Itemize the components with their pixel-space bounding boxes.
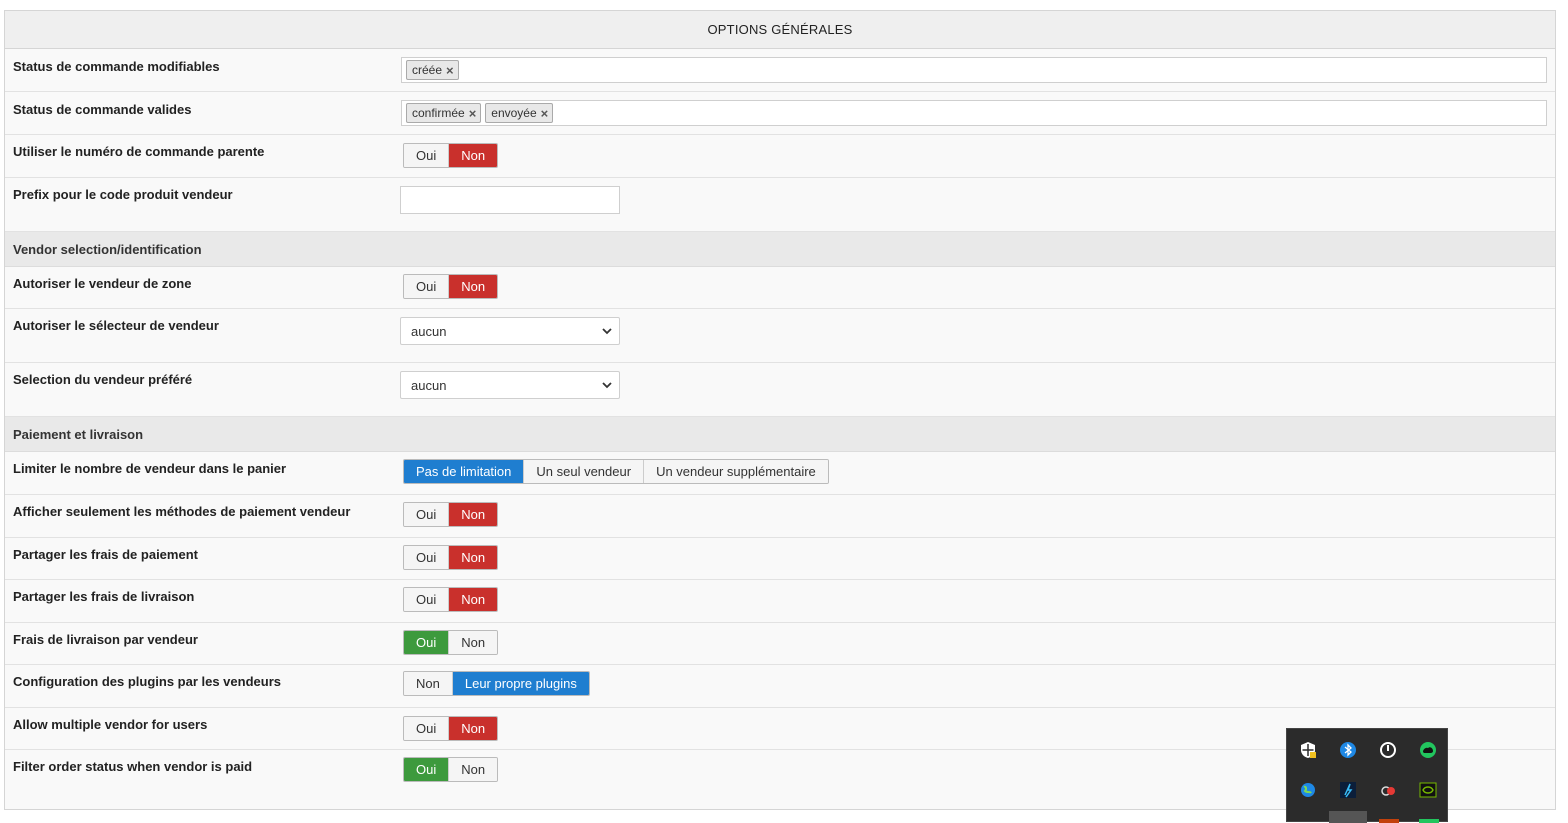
option-non[interactable]: Non xyxy=(449,717,498,740)
vendor-selector-select[interactable]: aucun xyxy=(400,317,620,345)
general-options-panel: OPTIONS GÉNÉRALES Status de commande mod… xyxy=(4,10,1556,810)
chevron-down-icon xyxy=(602,328,612,335)
option-own-plugins[interactable]: Leur propre plugins xyxy=(452,672,589,695)
option-oui[interactable]: Oui xyxy=(404,588,450,611)
row-label: Filter order status when vendor is paid xyxy=(13,759,253,774)
row-payment-methods: Afficher seulement les méthodes de paiem… xyxy=(5,495,1555,538)
remove-tag-icon[interactable]: × xyxy=(541,106,549,121)
row-valid-status: Status de commande valides confirmée × e… xyxy=(5,92,1555,135)
nvidia-cloud-icon[interactable] xyxy=(1419,741,1437,759)
option-non[interactable]: Non xyxy=(449,758,498,781)
row-plugins-config: Configuration des plugins par les vendeu… xyxy=(5,665,1555,708)
row-parent-order: Utiliser le numéro de commande parente O… xyxy=(5,135,1555,178)
option-oui[interactable]: Oui xyxy=(404,546,450,569)
row-label: Utiliser le numéro de commande parente xyxy=(13,144,265,159)
parent-order-toggle[interactable]: Oui Non xyxy=(403,143,499,168)
remove-tag-icon[interactable]: × xyxy=(446,63,454,78)
option-non[interactable]: Non xyxy=(449,275,498,298)
globe-icon[interactable] xyxy=(1299,781,1317,799)
chat-icon[interactable] xyxy=(1379,781,1397,799)
row-label: Allow multiple vendor for users xyxy=(13,717,208,732)
row-shipping-per-vendor: Frais de livraison par vendeur Oui Non xyxy=(5,623,1555,665)
row-share-shipping: Partager les frais de livraison Oui Non xyxy=(5,580,1555,623)
row-preferred-vendor: Selection du vendeur préféré aucun xyxy=(5,363,1555,417)
section-payment-shipping: Paiement et livraison xyxy=(5,417,1555,452)
payment-methods-toggle[interactable]: Oui Non xyxy=(403,502,499,527)
row-zone-vendor: Autoriser le vendeur de zone Oui Non xyxy=(5,267,1555,309)
option-single-vendor[interactable]: Un seul vendeur xyxy=(524,460,645,483)
preferred-vendor-select[interactable]: aucun xyxy=(400,371,620,399)
tag: envoyée × xyxy=(485,103,554,123)
row-share-payment: Partager les frais de paiement Oui Non xyxy=(5,538,1555,580)
security-icon[interactable] xyxy=(1299,741,1317,759)
row-limit-vendors: Limiter le nombre de vendeur dans le pan… xyxy=(5,452,1555,495)
option-non[interactable]: Non xyxy=(449,144,498,167)
row-label: Status de commande modifiables xyxy=(13,59,220,74)
section-vendor-selection: Vendor selection/identification xyxy=(5,232,1555,267)
limit-vendors-toggle[interactable]: Pas de limitation Un seul vendeur Un ven… xyxy=(403,459,829,484)
plugins-config-toggle[interactable]: Non Leur propre plugins xyxy=(403,671,590,696)
tray-partial-icon xyxy=(1419,819,1439,823)
share-shipping-toggle[interactable]: Oui Non xyxy=(403,587,499,612)
row-label: Selection du vendeur préféré xyxy=(13,372,193,387)
option-oui[interactable]: Oui xyxy=(404,144,450,167)
row-label: Partager les frais de paiement xyxy=(13,547,198,562)
option-non[interactable]: Non xyxy=(449,546,498,569)
chevron-down-icon xyxy=(602,382,612,389)
tag: créée × xyxy=(406,60,459,80)
row-label: Limiter le nombre de vendeur dans le pan… xyxy=(13,461,287,476)
nvidia-icon[interactable] xyxy=(1419,781,1437,799)
option-non[interactable]: Non xyxy=(404,672,453,695)
power-icon[interactable] xyxy=(1379,741,1397,759)
row-vendor-selector: Autoriser le sélecteur de vendeur aucun xyxy=(5,309,1555,363)
option-extra-vendor[interactable]: Un vendeur supplémentaire xyxy=(644,460,828,483)
panel-title: OPTIONS GÉNÉRALES xyxy=(5,11,1555,49)
system-tray-popup xyxy=(1286,728,1448,823)
prefix-input[interactable] xyxy=(400,186,620,214)
editable-status-input[interactable]: créée × xyxy=(401,57,1547,83)
share-payment-toggle[interactable]: Oui Non xyxy=(403,545,499,570)
row-label: Autoriser le vendeur de zone xyxy=(13,276,192,291)
option-oui[interactable]: Oui xyxy=(404,503,450,526)
option-oui[interactable]: Oui xyxy=(404,717,450,740)
row-label: Prefix pour le code produit vendeur xyxy=(13,187,233,202)
row-label: Partager les frais de livraison xyxy=(13,589,195,604)
multiple-vendor-toggle[interactable]: Oui Non xyxy=(403,716,499,741)
row-label: Configuration des plugins par les vendeu… xyxy=(13,674,281,689)
zone-vendor-toggle[interactable]: Oui Non xyxy=(403,274,499,299)
option-oui[interactable]: Oui xyxy=(404,275,450,298)
option-no-limit[interactable]: Pas de limitation xyxy=(404,460,525,483)
option-non[interactable]: Non xyxy=(449,503,498,526)
tag: confirmée × xyxy=(406,103,482,123)
option-oui[interactable]: Oui xyxy=(404,758,450,781)
row-label: Frais de livraison par vendeur xyxy=(13,632,198,647)
filter-status-toggle[interactable]: Oui Non xyxy=(403,757,499,782)
tray-partial-icon xyxy=(1379,819,1399,823)
row-label: Afficher seulement les méthodes de paiem… xyxy=(13,504,351,519)
row-label: Autoriser le sélecteur de vendeur xyxy=(13,318,219,333)
tray-hover-highlight xyxy=(1329,811,1367,823)
wifi-app-icon[interactable] xyxy=(1339,781,1357,799)
option-non[interactable]: Non xyxy=(449,588,498,611)
option-oui[interactable]: Oui xyxy=(404,631,450,654)
bluetooth-icon[interactable] xyxy=(1339,741,1357,759)
row-editable-status: Status de commande modifiables créée × xyxy=(5,49,1555,92)
row-label: Status de commande valides xyxy=(13,102,192,117)
shipping-per-vendor-toggle[interactable]: Oui Non xyxy=(403,630,499,655)
row-prefix: Prefix pour le code produit vendeur xyxy=(5,178,1555,232)
valid-status-input[interactable]: confirmée × envoyée × xyxy=(401,100,1547,126)
option-non[interactable]: Non xyxy=(449,631,498,654)
remove-tag-icon[interactable]: × xyxy=(469,106,477,121)
